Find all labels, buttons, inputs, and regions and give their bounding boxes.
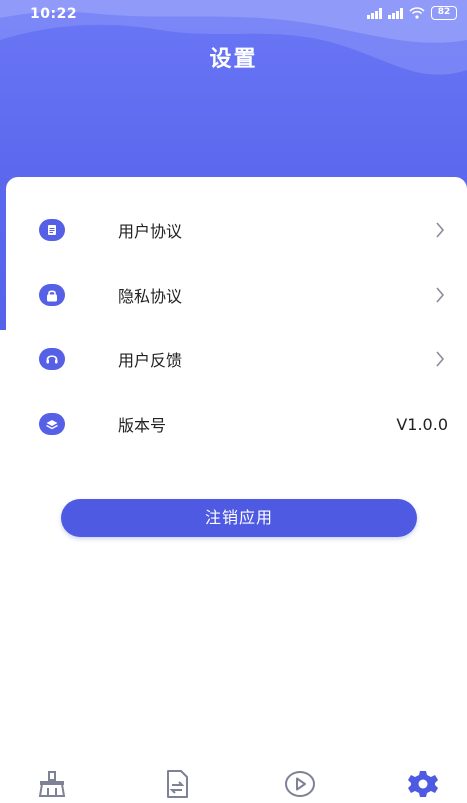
wifi-icon: [409, 7, 425, 19]
tab-clean[interactable]: [36, 768, 68, 800]
version-value: V1.0.0: [396, 414, 448, 434]
status-icons: 82: [367, 6, 457, 20]
file-transfer-icon: [167, 770, 188, 798]
settings-item-label: 隐私协议: [118, 287, 183, 306]
bottom-tab-bar: [0, 760, 467, 803]
settings-item-label: 版本号: [118, 416, 167, 435]
settings-item-feedback[interactable]: 用户反馈: [6, 327, 467, 391]
broom-icon: [38, 771, 66, 797]
signal-icon-2: [388, 7, 403, 19]
layers-icon: [39, 413, 65, 435]
chevron-right-icon: [436, 222, 445, 238]
status-bar: 10:22 82: [0, 0, 467, 28]
play-circle-icon: [285, 771, 315, 797]
unregister-app-button[interactable]: 注销应用: [61, 499, 417, 537]
settings-item-version: 版本号 V1.0.0: [6, 392, 467, 456]
headset-icon: [39, 348, 65, 370]
settings-item-label: 用户协议: [118, 222, 183, 241]
settings-item-privacy-policy[interactable]: 隐私协议: [6, 263, 467, 327]
settings-item-label: 用户反馈: [118, 351, 183, 370]
battery-indicator: 82: [431, 6, 457, 20]
tab-files[interactable]: [161, 768, 193, 800]
gear-icon: [408, 771, 438, 797]
status-time: 10:22: [30, 6, 78, 22]
page-title: 设置: [209, 47, 258, 72]
signal-icon: [367, 7, 382, 19]
chevron-right-icon: [436, 351, 445, 367]
tab-settings[interactable]: [407, 768, 439, 800]
tab-video[interactable]: [284, 768, 316, 800]
chevron-right-icon: [436, 287, 445, 303]
settings-item-user-agreement[interactable]: 用户协议: [6, 198, 467, 262]
document-icon: [39, 219, 65, 241]
lock-icon: [39, 284, 65, 306]
